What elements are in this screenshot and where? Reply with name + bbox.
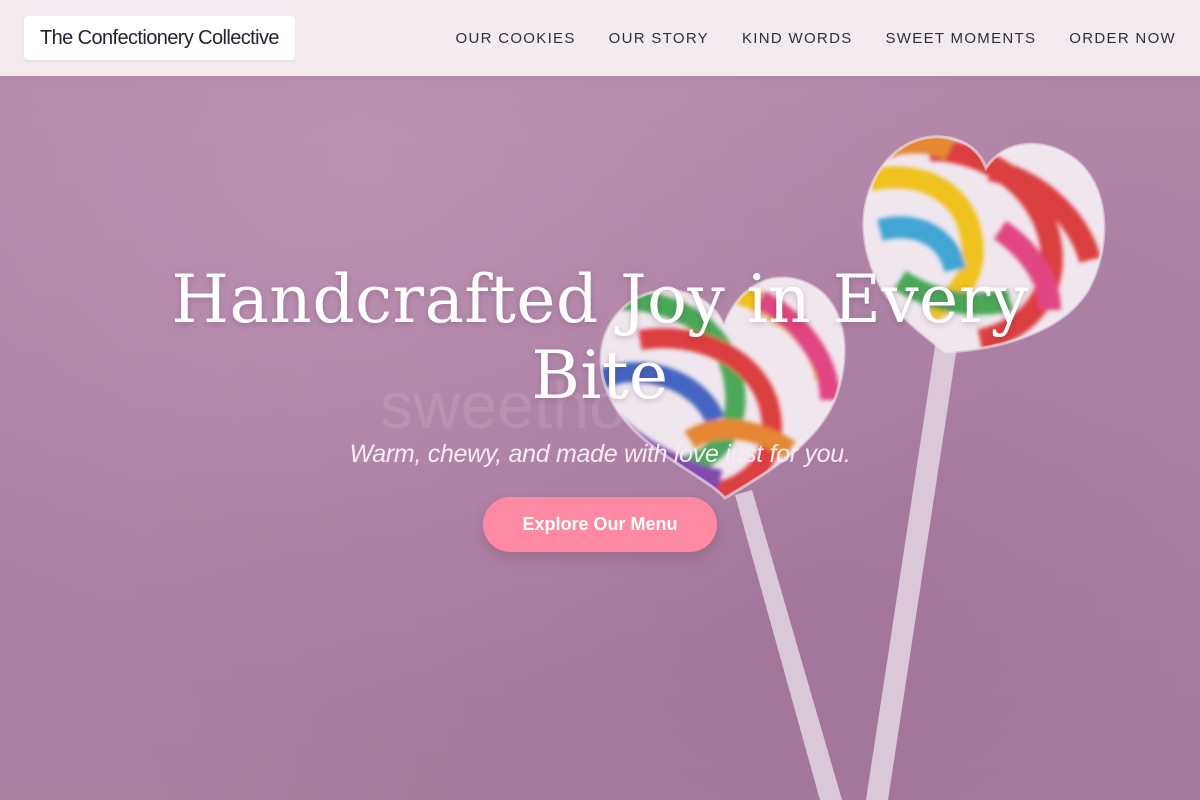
nav-item-sweet-moments[interactable]: SWEET MOMENTS [886,30,1037,47]
site-header: The Confectionery Collective OUR COOKIES… [0,0,1200,76]
explore-menu-button[interactable]: Explore Our Menu [483,497,717,552]
nav-item-our-story[interactable]: OUR STORY [609,30,709,47]
hero-subtitle: Warm, chewy, and made with love just for… [349,440,851,468]
brand-logo[interactable]: The Confectionery Collective [24,16,295,60]
nav-item-our-cookies[interactable]: OUR COOKIES [456,30,576,47]
main-nav: OUR COOKIES OUR STORY KIND WORDS SWEET M… [456,0,1177,76]
nav-item-order-now[interactable]: ORDER NOW [1069,30,1176,47]
hero-title: Handcrafted Joy in Every Bite [171,261,1029,414]
nav-item-kind-words[interactable]: KIND WORDS [742,30,853,47]
hero-section: Handcrafted Joy in Every Bite Warm, chew… [0,262,1200,552]
page: sweethome The Confectionery Collective O… [0,0,1200,800]
